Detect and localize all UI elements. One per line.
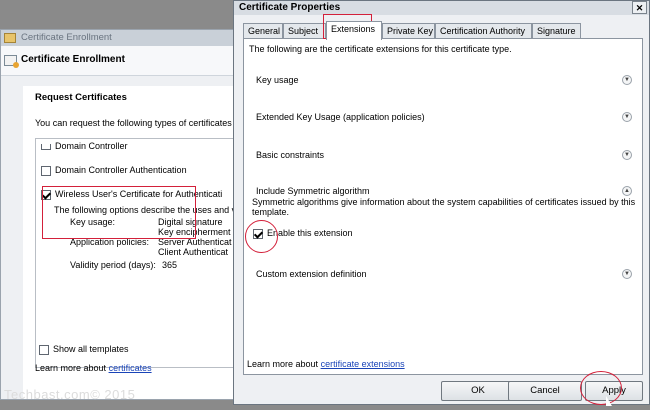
expand-chevron-icon[interactable]: ▼ (622, 150, 632, 160)
certificate-extensions-link[interactable]: certificate extensions (321, 359, 405, 369)
dialog-titlebar: Certificate Properties ✕ (234, 1, 649, 15)
show-all-label: Show all templates (53, 344, 129, 354)
enrollment-body: Request Certificates You can request the… (23, 86, 265, 399)
enrollment-titlebar: Certificate Enrollment (1, 30, 239, 46)
app-policies-value-2: Client Authenticat (158, 247, 229, 257)
certificate-properties-dialog: Certificate Properties ✕ General Subject… (233, 0, 650, 405)
tab-signature[interactable]: Signature (532, 23, 581, 39)
certificate-icon (4, 33, 16, 43)
expand-chevron-icon[interactable]: ▼ (622, 112, 632, 122)
extension-key-usage[interactable]: Key usage (256, 75, 299, 85)
learn-more-certificates: Learn more about certificates (35, 363, 152, 373)
tab-extensions[interactable]: Extensions (326, 21, 382, 40)
enrollment-window-title: Certificate Enrollment (21, 32, 112, 43)
enrollment-header: Certificate Enrollment (1, 46, 239, 76)
extensions-description: The following are the certificate extens… (249, 44, 512, 54)
mouse-cursor-icon (606, 396, 612, 406)
section-title: Request Certificates (35, 92, 127, 103)
extension-symmetric-algorithm[interactable]: Include Symmetric algorithm (256, 186, 370, 196)
tab-general[interactable]: General (243, 23, 283, 39)
cancel-button[interactable]: Cancel (508, 381, 582, 401)
watermark: Techbast.com© 2015 (4, 387, 136, 402)
certificate-type-list: Domain Controller Domain Controller Auth… (35, 138, 265, 368)
validity-label: Validity period (days): (70, 260, 156, 270)
extension-basic-constraints[interactable]: Basic constraints (256, 150, 324, 160)
dialog-title: Certificate Properties (239, 2, 341, 13)
show-all-checkbox[interactable] (39, 344, 49, 355)
expand-chevron-icon[interactable]: ▼ (622, 269, 632, 279)
annotation-box-wireless (42, 186, 196, 239)
symmetric-description: Symmetric algorithms give information ab… (252, 197, 636, 217)
custom-extension-definition[interactable]: Custom extension definition (256, 269, 367, 279)
learn-more-extensions: Learn more about certificate extensions (247, 359, 405, 369)
extension-extended-key-usage[interactable]: Extended Key Usage (application policies… (256, 112, 425, 122)
extensions-panel: The following are the certificate extens… (243, 38, 643, 375)
list-item-domain-controller-auth[interactable]: Domain Controller Authentication (41, 165, 187, 176)
ok-button[interactable]: OK (441, 381, 515, 401)
show-all-templates[interactable]: Show all templates (39, 344, 129, 355)
tab-subject[interactable]: Subject (283, 23, 326, 39)
close-icon[interactable]: ✕ (632, 1, 647, 14)
annotation-circle-enable (245, 220, 278, 253)
domain-controller-auth-checkbox[interactable] (41, 165, 51, 176)
certificates-link[interactable]: certificates (109, 363, 152, 373)
learn-more-prefix: Learn more about (35, 363, 107, 373)
collapse-chevron-icon[interactable]: ▲ (622, 186, 632, 196)
validity-value: 365 (162, 260, 178, 270)
learn-more-prefix: Learn more about (247, 359, 319, 369)
enable-extension-label: Enable this extension (267, 228, 353, 238)
enrollment-header-title: Certificate Enrollment (21, 54, 125, 65)
domain-controller-checkbox[interactable] (41, 143, 51, 150)
list-item-label: Domain Controller (55, 141, 128, 151)
expand-chevron-icon[interactable]: ▼ (622, 75, 632, 85)
tab-certification-authority[interactable]: Certification Authority (435, 23, 532, 39)
intro-text: You can request the following types of c… (35, 118, 232, 128)
list-item-domain-controller[interactable]: Domain Controller (41, 141, 128, 151)
list-item-label: Domain Controller Authentication (55, 165, 187, 175)
annotation-circle-apply (580, 371, 622, 405)
certificate-enrollment-icon (4, 55, 19, 68)
tab-private-key[interactable]: Private Key (382, 23, 435, 39)
